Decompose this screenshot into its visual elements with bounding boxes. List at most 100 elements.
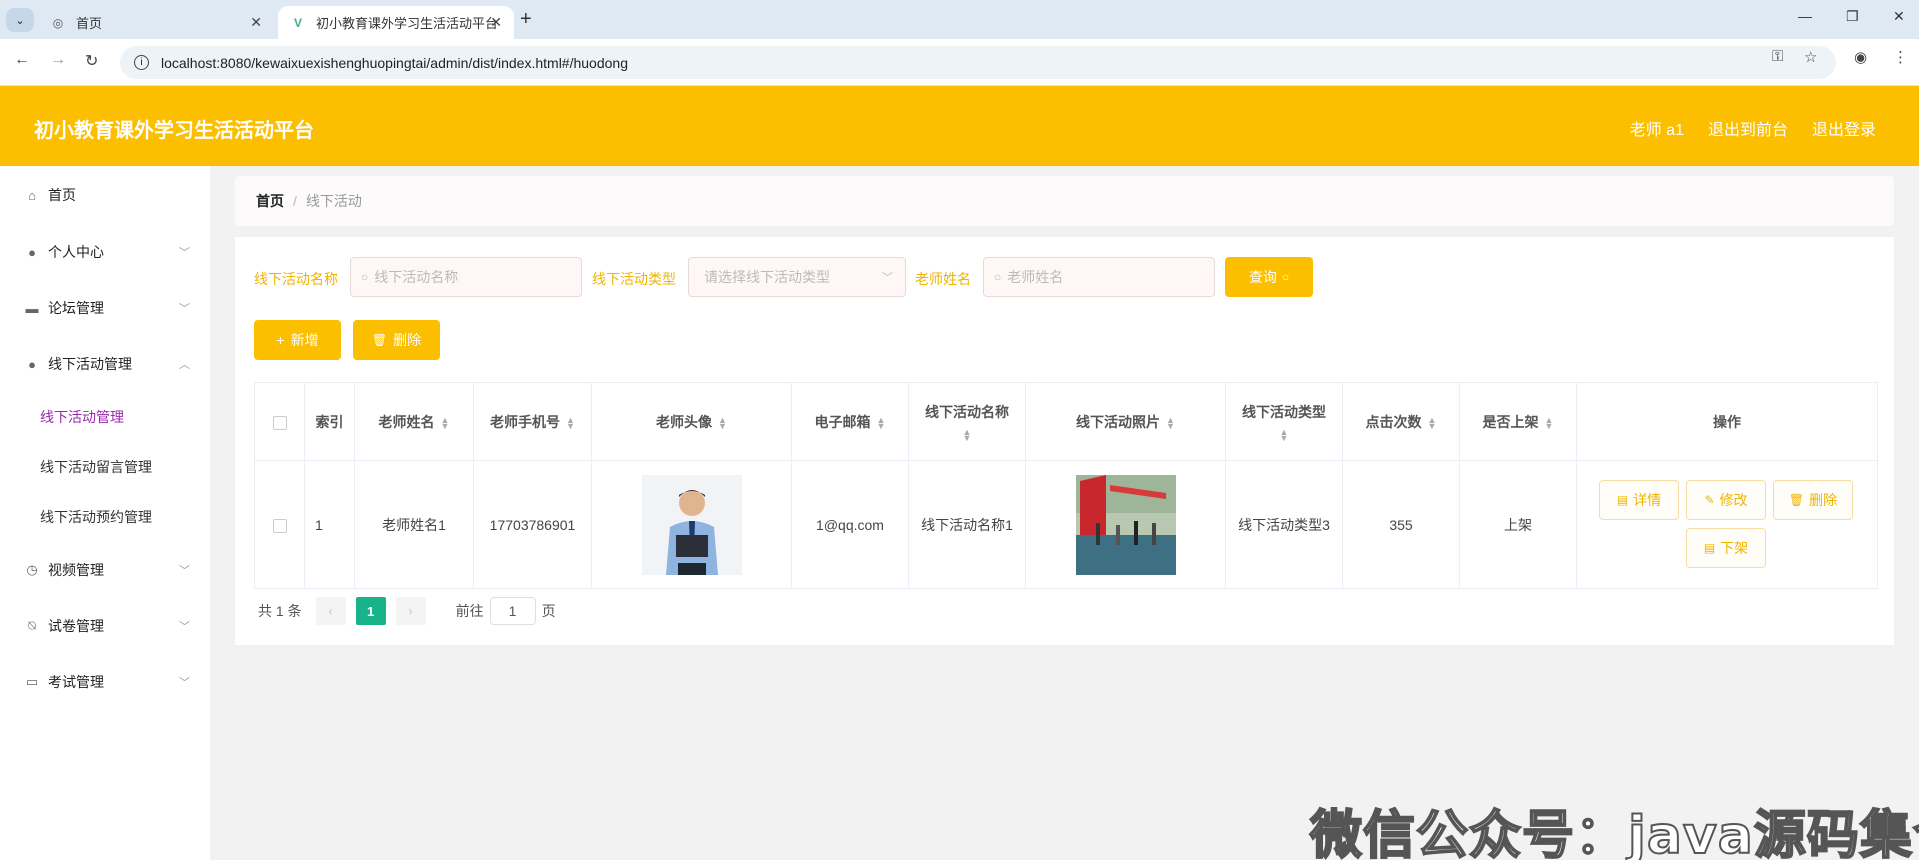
sidebar-item-paper[interactable]: ⍉ 试卷管理 ﹀	[0, 606, 210, 646]
sidebar-subitem-activity[interactable]: 线下活动管理	[40, 407, 124, 427]
reload-icon[interactable]: ↻	[85, 51, 98, 71]
back-icon[interactable]: ←	[14, 51, 30, 69]
browser-tab-home[interactable]: ◎ 首页 ✕	[38, 6, 274, 39]
chevron-up-icon: ︿	[179, 359, 190, 371]
sidebar-item-label: 论坛管理	[48, 300, 104, 316]
col-clicks[interactable]: 点击次数 ▲ ▼	[1342, 382, 1460, 461]
sidebar: ⌂ 首页 ● 个人中心 ﹀ ▬ 论坛管理 ﹀ ● 线下活动管理 ︿ 线下活动管理…	[0, 166, 210, 860]
close-window-icon[interactable]: ✕	[1893, 8, 1905, 25]
cell-email: 1@qq.com	[791, 460, 909, 589]
cell-avatar	[591, 460, 792, 589]
home-icon: ⌂	[28, 187, 36, 203]
sort-icon[interactable]: ▲ ▼	[441, 415, 450, 430]
new-tab-button[interactable]: +	[520, 8, 532, 31]
sort-icon[interactable]: ▲ ▼	[1166, 415, 1175, 430]
sidebar-item-video[interactable]: ◷ 视频管理 ﹀	[0, 550, 210, 590]
teacher-avatar-image	[641, 474, 742, 575]
close-icon[interactable]: ✕	[250, 14, 262, 31]
pagination: 共 1 条 ‹ 1 › 前往 1 页	[258, 597, 556, 625]
sidebar-item-forum[interactable]: ▬ 论坛管理 ﹀	[0, 288, 210, 328]
sort-icon[interactable]: ▲ ▼	[718, 415, 727, 430]
sidebar-subitem-booking[interactable]: 线下活动预约管理	[40, 507, 152, 527]
restore-icon[interactable]: ❐	[1846, 8, 1859, 25]
close-icon[interactable]: ✕	[490, 14, 502, 31]
chevron-down-icon: ﹀	[179, 621, 190, 633]
back-to-front-link[interactable]: 退出到前台	[1708, 116, 1788, 140]
sidebar-item-label: 视频管理	[48, 562, 104, 578]
sidebar-subitem-message[interactable]: 线下活动留言管理	[40, 457, 152, 477]
forward-icon[interactable]: →	[50, 51, 66, 69]
sidebar-item-personal[interactable]: ● 个人中心 ﹀	[0, 232, 210, 272]
sort-icon[interactable]: ▲ ▼	[963, 427, 972, 442]
col-index: 索引	[304, 382, 355, 461]
document-icon: ▤	[1616, 493, 1629, 507]
document-icon: ▤	[1703, 541, 1716, 555]
col-actions: 操作	[1576, 382, 1878, 461]
breadcrumb: 首页 / 线下活动	[235, 176, 1894, 226]
placeholder: 请选择线下活动类型	[704, 269, 830, 285]
row-checkbox[interactable]	[272, 518, 287, 533]
profile-icon[interactable]: ◉	[1854, 48, 1867, 66]
col-on-shelf[interactable]: 是否上架 ▲ ▼	[1459, 382, 1577, 461]
col-teacher-name[interactable]: 老师姓名 ▲ ▼	[354, 382, 474, 461]
header-label: 老师姓名	[378, 413, 435, 430]
main-panel: 线下活动名称 ○ 线下活动名称 线下活动类型 请选择线下活动类型 ﹀ 老师姓名 …	[235, 237, 1894, 645]
col-avatar[interactable]: 老师头像 ▲ ▼	[591, 382, 792, 461]
next-page-button[interactable]: ›	[395, 597, 426, 625]
detail-button[interactable]: ▤ 详情	[1599, 480, 1679, 520]
globe-icon: ◎	[52, 15, 64, 30]
add-button[interactable]: + 新增	[254, 320, 341, 360]
menu-dots-icon[interactable]: ⋮	[1893, 48, 1908, 66]
key-icon[interactable]: ⚿	[1772, 48, 1783, 65]
sidebar-item-offline-activity[interactable]: ● 线下活动管理 ︿	[0, 344, 210, 384]
cell-on-shelf: 上架	[1459, 460, 1577, 589]
total-count: 共 1 条	[258, 603, 302, 619]
search-icon: ○	[361, 270, 369, 284]
sort-icon[interactable]: ▲ ▼	[1280, 427, 1289, 442]
header-label: 老师头像	[656, 413, 713, 430]
activity-type-label: 线下活动类型	[592, 271, 676, 287]
chevron-down-icon: ﹀	[882, 272, 893, 284]
prev-page-button[interactable]: ‹	[315, 597, 346, 625]
sort-icon[interactable]: ▲ ▼	[566, 415, 575, 430]
sort-icon[interactable]: ▲ ▼	[1428, 415, 1437, 430]
sidebar-item-exam[interactable]: ▭ 考试管理 ﹀	[0, 662, 210, 702]
teacher-name-label: 老师姓名	[915, 271, 971, 287]
col-activity-type[interactable]: 线下活动类型 ▲ ▼	[1225, 382, 1343, 461]
row-delete-button[interactable]: 🗑 删除	[1773, 480, 1853, 520]
teacher-name-input[interactable]: ○ 老师姓名	[983, 257, 1215, 297]
goto-page-input[interactable]: 1	[489, 597, 536, 625]
row-select-cell	[254, 460, 305, 589]
tab-search-button[interactable]: ⌄	[6, 8, 34, 32]
edit-button[interactable]: ✎ 修改	[1686, 480, 1766, 520]
cell-phone: 17703786901	[473, 460, 592, 589]
url-field[interactable]: i localhost:8080/kewaixuexishenghuopingt…	[120, 46, 1836, 79]
activity-name-input[interactable]: ○ 线下活动名称	[350, 257, 582, 297]
star-icon[interactable]: ☆	[1804, 48, 1817, 66]
breadcrumb-home[interactable]: 首页	[256, 191, 284, 211]
activity-type-select[interactable]: 请选择线下活动类型 ﹀	[688, 257, 906, 297]
page-number[interactable]: 1	[355, 597, 386, 625]
user-icon: ●	[28, 244, 36, 260]
col-activity-name[interactable]: 线下活动名称 ▲ ▼	[908, 382, 1026, 461]
minimize-icon[interactable]: —	[1798, 8, 1812, 24]
col-phone[interactable]: 老师手机号 ▲ ▼	[473, 382, 592, 461]
browser-tab-active[interactable]: V 初小教育课外学习生活活动平台 ✕	[278, 6, 514, 39]
select-all-checkbox[interactable]	[272, 415, 287, 430]
delete-button[interactable]: 🗑 删除	[353, 320, 440, 360]
col-activity-photo[interactable]: 线下活动照片 ▲ ▼	[1025, 382, 1226, 461]
query-button[interactable]: 查询 ○	[1225, 257, 1313, 297]
sidebar-item-home[interactable]: ⌂ 首页	[0, 175, 210, 215]
sidebar-item-label: 试卷管理	[48, 618, 104, 634]
site-info-icon[interactable]: i	[134, 55, 149, 70]
col-email[interactable]: 电子邮箱 ▲ ▼	[791, 382, 909, 461]
offshelf-button[interactable]: ▤ 下架	[1686, 528, 1766, 568]
logout-link[interactable]: 退出登录	[1812, 116, 1876, 140]
sidebar-item-label: 个人中心	[48, 244, 104, 260]
url-text: localhost:8080/kewaixuexishenghuopingtai…	[161, 54, 628, 71]
sort-icon[interactable]: ▲ ▼	[1545, 415, 1554, 430]
chevron-down-icon: ﹀	[179, 677, 190, 689]
sort-icon[interactable]: ▲ ▼	[877, 415, 886, 430]
header-label: 线下活动名称	[925, 404, 1009, 421]
breadcrumb-current: 线下活动	[305, 193, 362, 209]
